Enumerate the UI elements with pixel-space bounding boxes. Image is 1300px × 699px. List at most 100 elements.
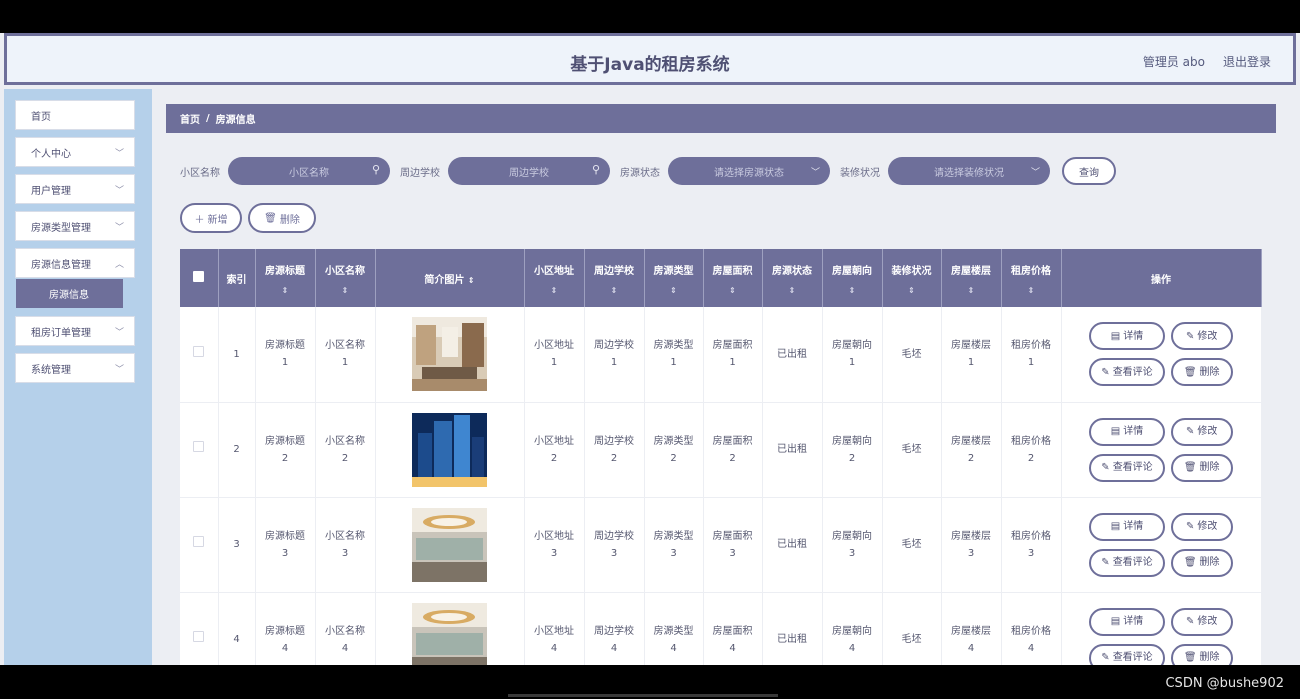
- sidebar-item-home[interactable]: 首页: [15, 100, 135, 130]
- select-all-checkbox[interactable]: [193, 271, 205, 282]
- school-search-input[interactable]: 周边学校 ⚲: [448, 157, 610, 185]
- row-checkbox[interactable]: [193, 441, 205, 452]
- chevron-down-icon: ﹀: [114, 186, 124, 196]
- row-checkbox[interactable]: [193, 536, 205, 547]
- cell-ops: ▤ 详情 ✎ 修改 ✎ 查看评论 🗑 删除: [1061, 592, 1262, 665]
- view-comments-button[interactable]: ✎ 查看评论: [1089, 453, 1165, 482]
- sort-icon[interactable]: ⇕: [763, 286, 822, 295]
- sort-icon[interactable]: ⇕: [256, 286, 315, 295]
- cell-image: [375, 497, 525, 593]
- delete-button[interactable]: 🗑 删除: [1170, 643, 1233, 665]
- cell-orientation: 房屋朝向 4: [822, 592, 883, 665]
- detail-button[interactable]: ▤ 详情: [1089, 512, 1165, 541]
- sidebar-item-users[interactable]: 用户管理 ﹀: [15, 174, 135, 204]
- cell-price: 租房价格 2: [1001, 402, 1062, 498]
- row-select-cell[interactable]: [180, 307, 219, 403]
- row-select-cell[interactable]: [180, 592, 219, 665]
- trash-icon: 🗑: [264, 212, 277, 224]
- view-comments-button[interactable]: ✎ 查看评论: [1089, 643, 1165, 665]
- header-type[interactable]: 房源类型 ⇕: [644, 249, 704, 307]
- chevron-down-icon: ﹀: [114, 149, 124, 159]
- community-search-input[interactable]: 小区名称 ⚲: [228, 157, 390, 185]
- batch-delete-label: 删除: [279, 214, 300, 226]
- header-area[interactable]: 房屋面积 ⇕: [703, 249, 763, 307]
- cell-address: 小区地址 2: [524, 402, 585, 498]
- header-school[interactable]: 周边学校 ⇕: [584, 249, 645, 307]
- header-title[interactable]: 房源标题 ⇕: [255, 249, 316, 307]
- sidebar-subitem-house-info[interactable]: 房源信息: [16, 279, 123, 308]
- sort-icon[interactable]: ⇕: [468, 276, 475, 285]
- header-status[interactable]: 房源状态 ⇕: [762, 249, 823, 307]
- cell-title: 房源标题 4: [255, 592, 316, 665]
- header-price[interactable]: 租房价格 ⇕: [1001, 249, 1062, 307]
- cell-area: 房屋面积 2: [703, 402, 763, 498]
- toolbar: ＋ 新增 🗑 删除: [180, 203, 316, 233]
- sort-icon[interactable]: ⇕: [525, 286, 584, 295]
- row-select-cell[interactable]: [180, 402, 219, 498]
- sidebar-item-house-types[interactable]: 房源类型管理 ﹀: [15, 211, 135, 241]
- batch-delete-button[interactable]: 🗑 删除: [248, 203, 316, 233]
- user-label: 管理员 abo: [1142, 55, 1205, 69]
- status-select[interactable]: 请选择房源状态 ﹀: [668, 157, 830, 185]
- sort-icon[interactable]: ⇕: [704, 286, 762, 295]
- sort-icon[interactable]: ⇕: [316, 286, 375, 295]
- sort-icon[interactable]: ⇕: [942, 286, 1001, 295]
- header-select-all[interactable]: [180, 249, 219, 307]
- cell-orientation: 房屋朝向 1: [822, 307, 883, 403]
- sort-icon[interactable]: ⇕: [585, 286, 644, 295]
- add-button[interactable]: ＋ 新增: [180, 203, 242, 233]
- header-floor[interactable]: 房屋楼层 ⇕: [941, 249, 1002, 307]
- sort-icon[interactable]: ⇕: [883, 286, 941, 295]
- header-image[interactable]: 简介图片 ⇕: [375, 249, 525, 307]
- view-comments-button[interactable]: ✎ 查看评论: [1089, 358, 1165, 387]
- detail-button[interactable]: ▤ 详情: [1089, 417, 1165, 446]
- header-orientation[interactable]: 房屋朝向 ⇕: [822, 249, 883, 307]
- cell-title: 房源标题 2: [255, 402, 316, 498]
- detail-button[interactable]: ▤ 详情: [1089, 607, 1165, 636]
- plus-icon: ＋: [194, 214, 205, 226]
- sort-icon[interactable]: ⇕: [823, 286, 882, 295]
- header-index: 索引: [218, 249, 256, 307]
- community-placeholder: 小区名称: [289, 167, 329, 179]
- view-comments-button[interactable]: ✎ 查看评论: [1089, 548, 1165, 577]
- document-icon: ▤: [1110, 426, 1121, 437]
- school-label: 周边学校: [400, 167, 440, 179]
- cell-title: 房源标题 3: [255, 497, 316, 593]
- sidebar-item-label: 系统管理: [31, 364, 71, 376]
- detail-button[interactable]: ▤ 详情: [1089, 322, 1165, 351]
- breadcrumb-current: 房源信息: [215, 115, 256, 126]
- logout-link[interactable]: 退出登录: [1223, 53, 1271, 70]
- cell-decor: 毛坯: [882, 402, 942, 498]
- sidebar-item-system[interactable]: 系统管理 ﹀: [15, 353, 135, 383]
- row-checkbox[interactable]: [193, 345, 205, 357]
- delete-button[interactable]: 🗑 删除: [1170, 453, 1233, 482]
- row-checkbox[interactable]: [193, 631, 205, 642]
- delete-button[interactable]: 🗑 删除: [1170, 358, 1233, 387]
- pencil-icon: ✎: [1101, 366, 1110, 378]
- cell-index: 3: [218, 497, 256, 593]
- sidebar-item-profile[interactable]: 个人中心 ﹀: [15, 137, 135, 167]
- cell-price: 租房价格 3: [1001, 497, 1062, 593]
- edit-button[interactable]: ✎ 修改: [1170, 417, 1233, 446]
- sidebar-item-label: 个人中心: [31, 148, 71, 160]
- chevron-down-icon: ﹀: [810, 168, 820, 178]
- header-community[interactable]: 小区名称 ⇕: [315, 249, 376, 307]
- decor-select[interactable]: 请选择装修状况 ﹀: [888, 157, 1050, 185]
- edit-button[interactable]: ✎ 修改: [1170, 322, 1233, 351]
- document-icon: ▤: [1110, 330, 1121, 342]
- sort-icon[interactable]: ⇕: [645, 286, 703, 295]
- delete-button[interactable]: 🗑 删除: [1170, 548, 1233, 577]
- edit-button[interactable]: ✎ 修改: [1170, 512, 1233, 541]
- cell-community: 小区名称 2: [315, 402, 376, 498]
- sort-icon[interactable]: ⇕: [1002, 286, 1061, 295]
- edit-button[interactable]: ✎ 修改: [1170, 607, 1233, 636]
- breadcrumb-home[interactable]: 首页: [180, 111, 200, 126]
- header-address[interactable]: 小区地址 ⇕: [524, 249, 585, 307]
- sidebar-item-orders[interactable]: 租房订单管理 ﹀: [15, 316, 135, 346]
- cell-floor: 房屋楼层 3: [941, 497, 1002, 593]
- row-select-cell[interactable]: [180, 497, 219, 593]
- query-button[interactable]: 查询: [1062, 157, 1116, 185]
- header-decor[interactable]: 装修状况 ⇕: [882, 249, 942, 307]
- sidebar-item-house-info[interactable]: 房源信息管理 ︿: [15, 248, 135, 278]
- horizontal-scrollbar[interactable]: [508, 694, 778, 697]
